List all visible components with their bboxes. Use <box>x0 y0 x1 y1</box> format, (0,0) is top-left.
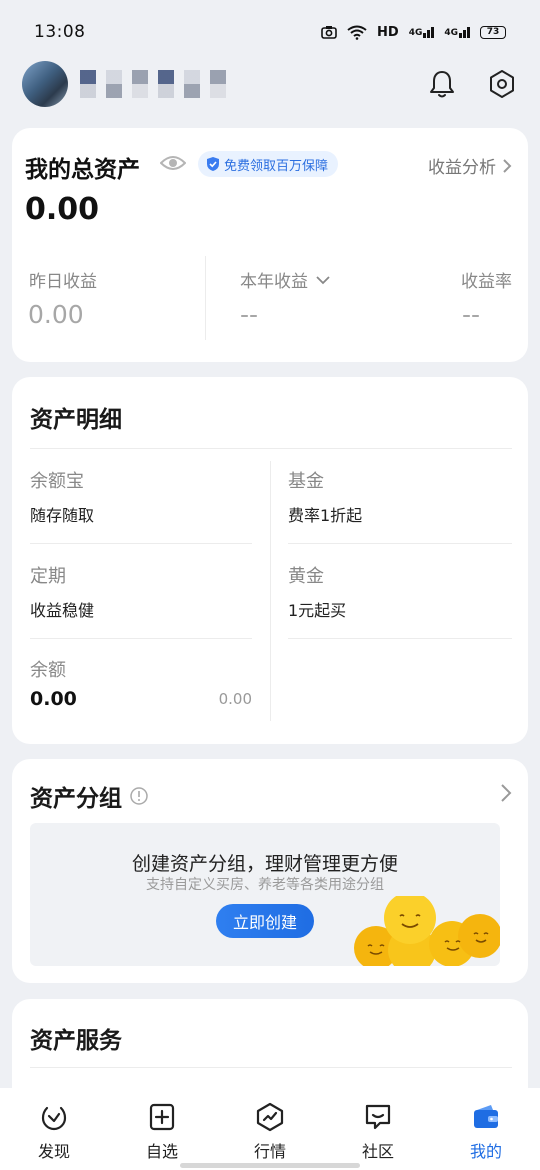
status-bar: 13:08 HD 4G 4G 73 <box>0 0 540 64</box>
home-indicator[interactable] <box>180 1163 360 1168</box>
total-assets-value: 0.00 <box>25 192 100 227</box>
bell-icon[interactable] <box>426 68 458 100</box>
detail-label: 余额宝 <box>30 471 84 492</box>
battery-icon: 73 <box>480 25 506 39</box>
status-time: 13:08 <box>34 22 86 42</box>
profile-header <box>0 56 540 112</box>
tab-market[interactable]: 行情 <box>216 1088 324 1170</box>
chevron-right-icon[interactable] <box>500 783 512 807</box>
coins-illustration <box>354 896 500 966</box>
metric-value-year: -- <box>240 300 259 329</box>
analysis-label: 收益分析 <box>428 158 496 178</box>
balance-value: 0.00 <box>30 688 77 710</box>
network-type: HD <box>377 24 399 40</box>
market-icon <box>256 1102 284 1132</box>
discover-icon <box>41 1106 67 1131</box>
asset-groups-title: 资产分组 <box>30 786 122 812</box>
settings-icon[interactable] <box>486 68 518 100</box>
info-icon[interactable] <box>130 787 148 805</box>
divider <box>30 543 252 544</box>
community-icon <box>365 1104 391 1130</box>
divider <box>288 638 512 639</box>
asset-details-title: 资产明细 <box>30 407 122 433</box>
detail-label: 黄金 <box>288 566 324 587</box>
username-pixelated <box>80 70 226 98</box>
tab-label: 自选 <box>145 1142 178 1161</box>
wallet-icon <box>474 1105 498 1128</box>
shield-icon <box>207 157 219 171</box>
metric-value-rate: -- <box>461 300 480 329</box>
insurance-badge[interactable]: 免费领取百万保障 <box>198 151 339 177</box>
detail-sub: 收益稳健 <box>30 601 95 620</box>
status-icons: HD 4G 4G 73 <box>321 25 506 40</box>
divider <box>288 543 512 544</box>
tab-label: 社区 <box>361 1142 394 1161</box>
tab-label: 我的 <box>469 1142 502 1161</box>
divider <box>30 1067 512 1068</box>
badge-label: 免费领取百万保障 <box>224 158 329 174</box>
asset-services-title: 资产服务 <box>30 1028 122 1054</box>
tab-discover[interactable]: 发现 <box>0 1088 108 1170</box>
tab-label: 行情 <box>253 1142 286 1161</box>
metric-label-rate: 收益率 <box>461 272 512 292</box>
tab-label: 发现 <box>37 1142 70 1161</box>
balance-right-value: 0.00 <box>218 690 252 708</box>
metric-year-selector[interactable]: 本年收益 <box>240 267 330 292</box>
signal-2: 4G <box>444 26 470 38</box>
income-analysis-link[interactable]: 收益分析 <box>428 153 512 178</box>
tab-watchlist[interactable]: 自选 <box>108 1088 216 1170</box>
tab-mine[interactable]: 我的 <box>432 1088 540 1170</box>
detail-sub: 费率1折起 <box>288 506 363 525</box>
chevron-right-icon <box>503 158 512 173</box>
divider <box>30 638 252 639</box>
add-square-icon <box>149 1103 175 1131</box>
asset-details-card: 资产明细 余额宝 随存随取 基金 费率1折起 定期 收益稳健 黄金 1元起买 余… <box>12 377 528 744</box>
promo-subtitle: 支持自定义买房、养老等各类用途分组 <box>146 877 384 893</box>
total-assets-card: 我的总资产 免费领取百万保障 收益分析 0.00 昨日收益 0.00 本年收益 … <box>12 128 528 362</box>
asset-groups-header: 资产分组 <box>30 779 148 813</box>
divider <box>205 256 206 340</box>
eye-icon[interactable] <box>159 153 187 177</box>
tab-community[interactable]: 社区 <box>324 1088 432 1170</box>
create-group-promo: 创建资产分组，理财管理更方便 支持自定义买房、养老等各类用途分组 立即创建 <box>30 823 500 966</box>
detail-label: 定期 <box>30 566 66 587</box>
camera-icon <box>321 26 337 39</box>
signal-1: 4G <box>409 26 435 38</box>
promo-title: 创建资产分组，理财管理更方便 <box>131 853 398 875</box>
detail-label: 基金 <box>288 471 324 492</box>
wifi-icon <box>347 25 367 40</box>
detail-sub: 随存随取 <box>30 506 95 525</box>
avatar[interactable] <box>22 61 68 107</box>
metric-value-yesterday: 0.00 <box>28 300 84 329</box>
total-assets-title: 我的总资产 <box>25 157 140 183</box>
divider <box>30 448 512 449</box>
asset-groups-card: 资产分组 创建资产分组，理财管理更方便 支持自定义买房、养老等各类用途分组 立即… <box>12 759 528 983</box>
bottom-tab-bar: 发现 自选 行情 社区 我的 <box>0 1088 540 1170</box>
metric-label-yesterday: 昨日收益 <box>29 272 97 292</box>
detail-sub: 1元起买 <box>288 601 347 620</box>
divider <box>270 461 271 721</box>
detail-label: 余额 <box>30 660 66 681</box>
create-now-button[interactable]: 立即创建 <box>216 904 314 938</box>
metric-label-year: 本年收益 <box>240 272 308 292</box>
chevron-down-icon <box>316 275 330 284</box>
